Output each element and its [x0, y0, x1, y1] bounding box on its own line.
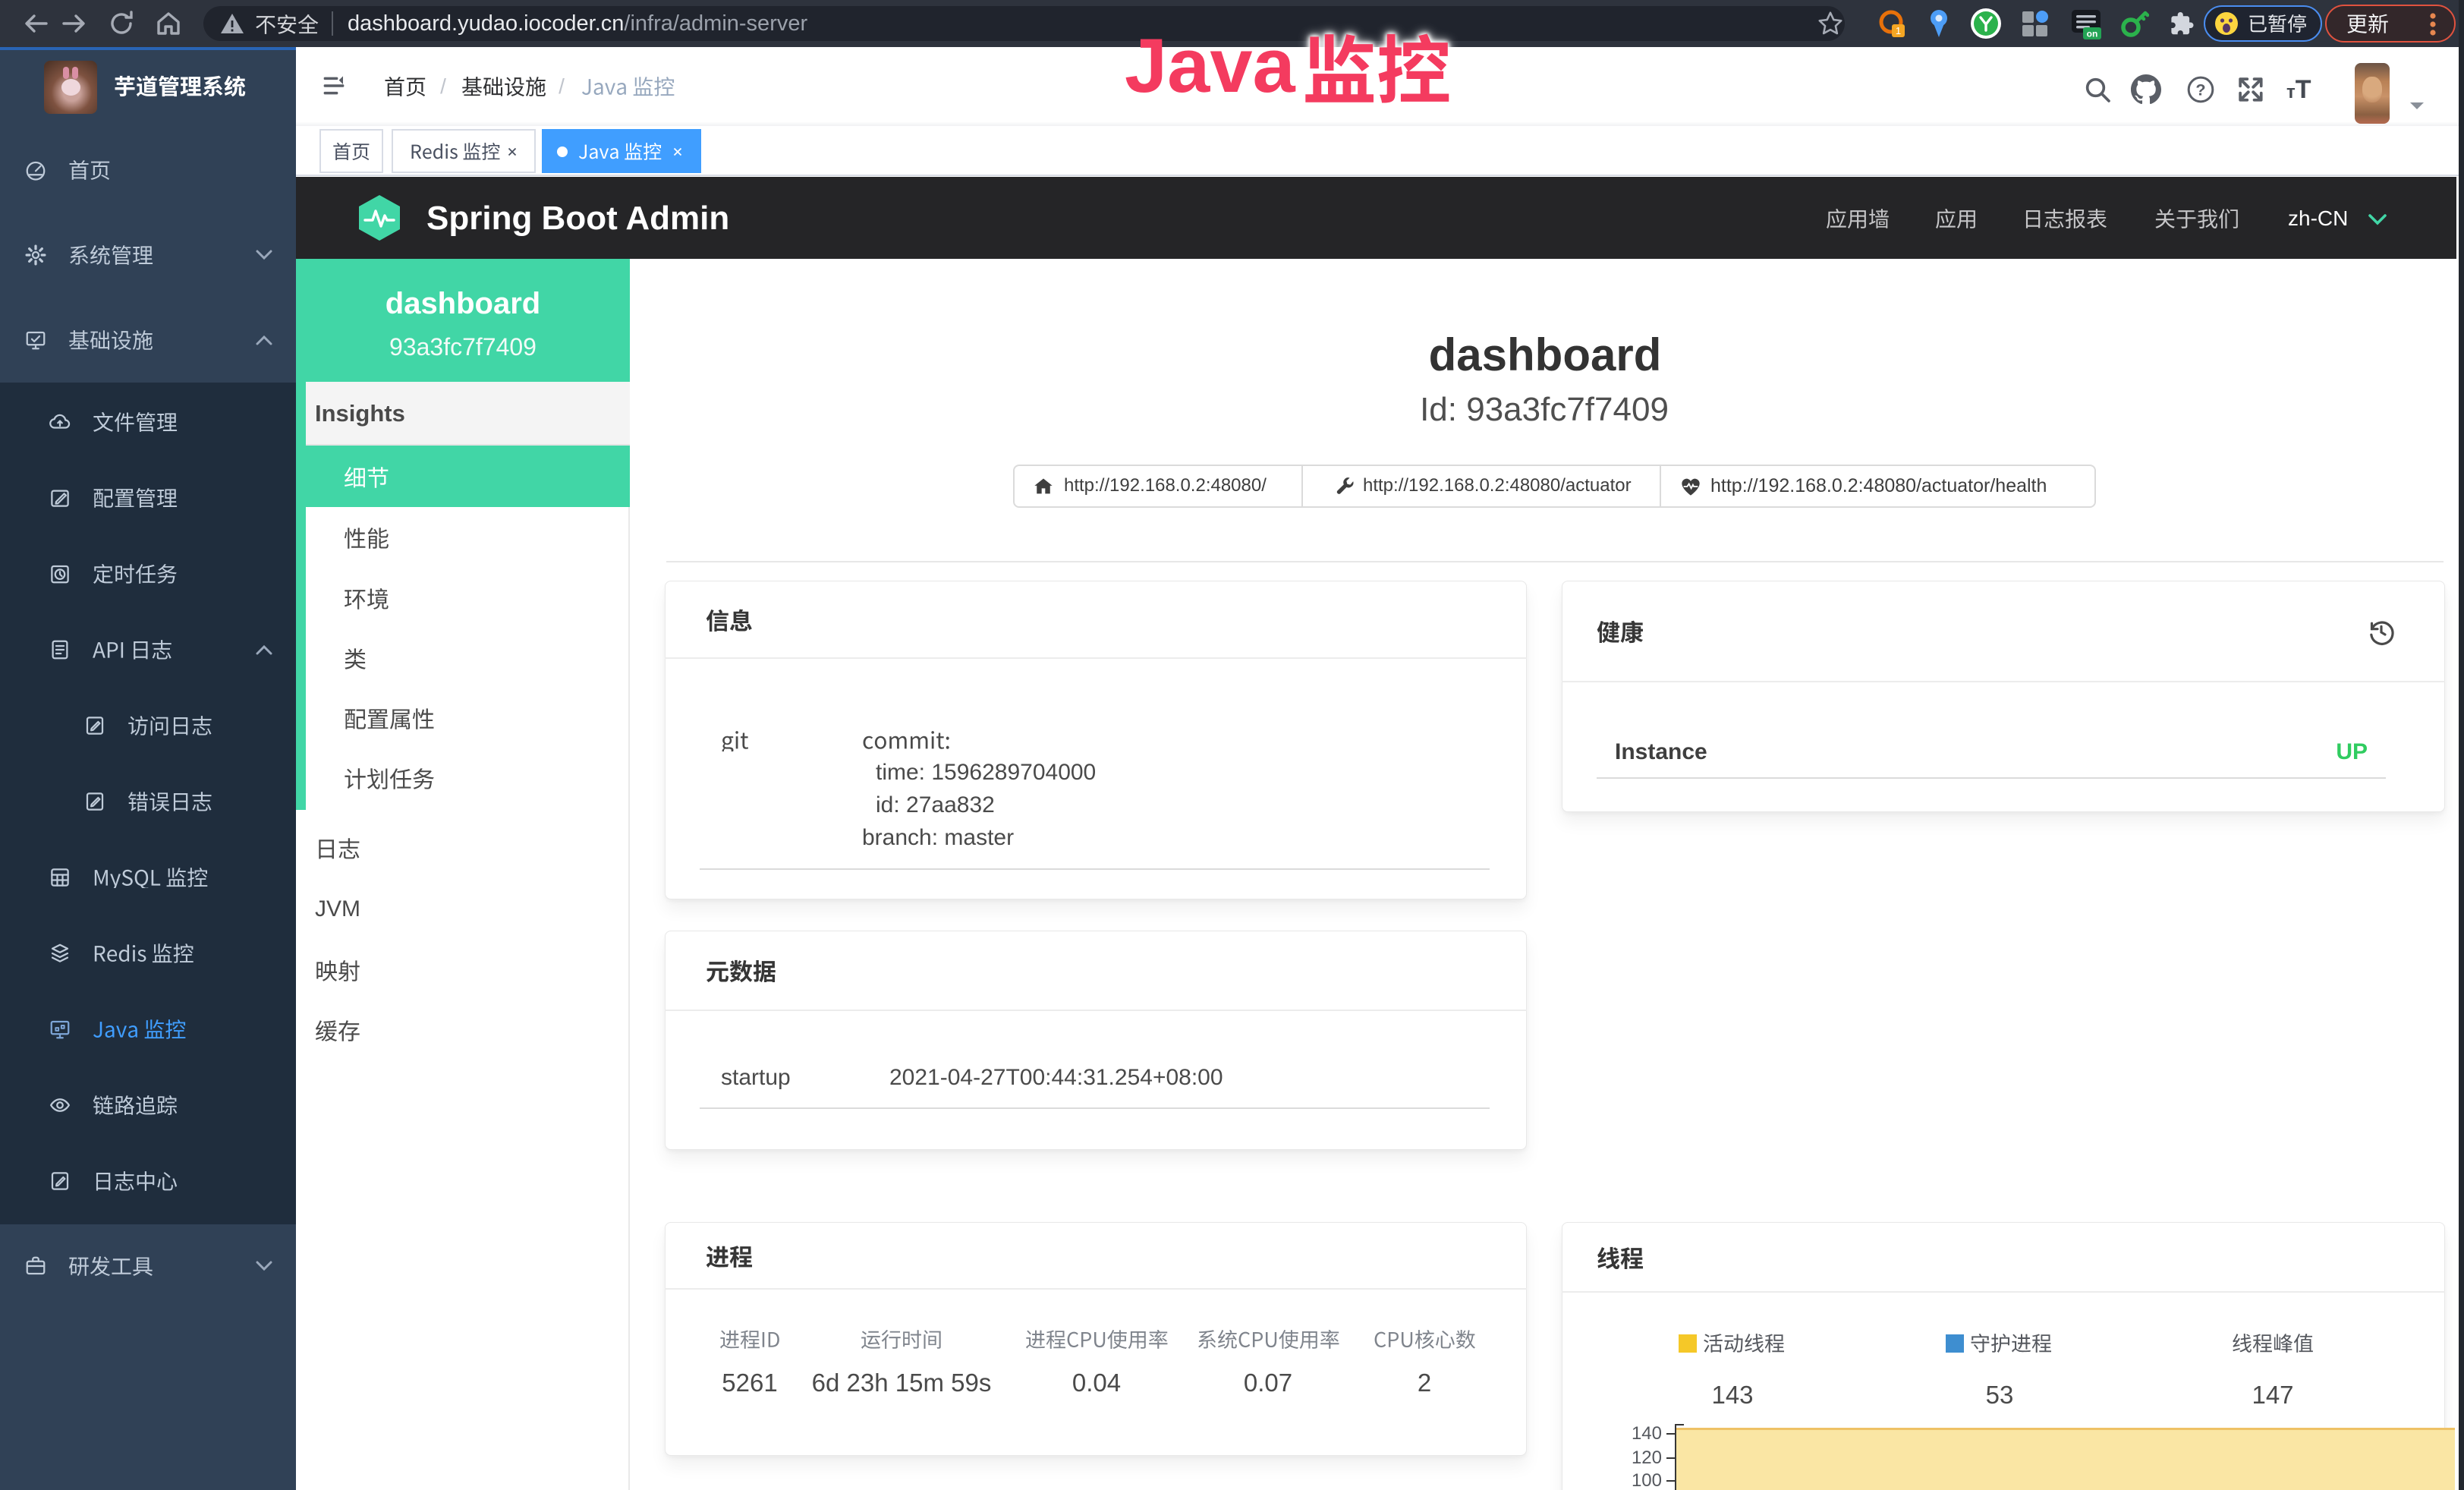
svg-text:1: 1 — [1896, 25, 1901, 36]
svg-text:on: on — [2087, 29, 2098, 39]
svg-text:?: ? — [2195, 80, 2205, 99]
